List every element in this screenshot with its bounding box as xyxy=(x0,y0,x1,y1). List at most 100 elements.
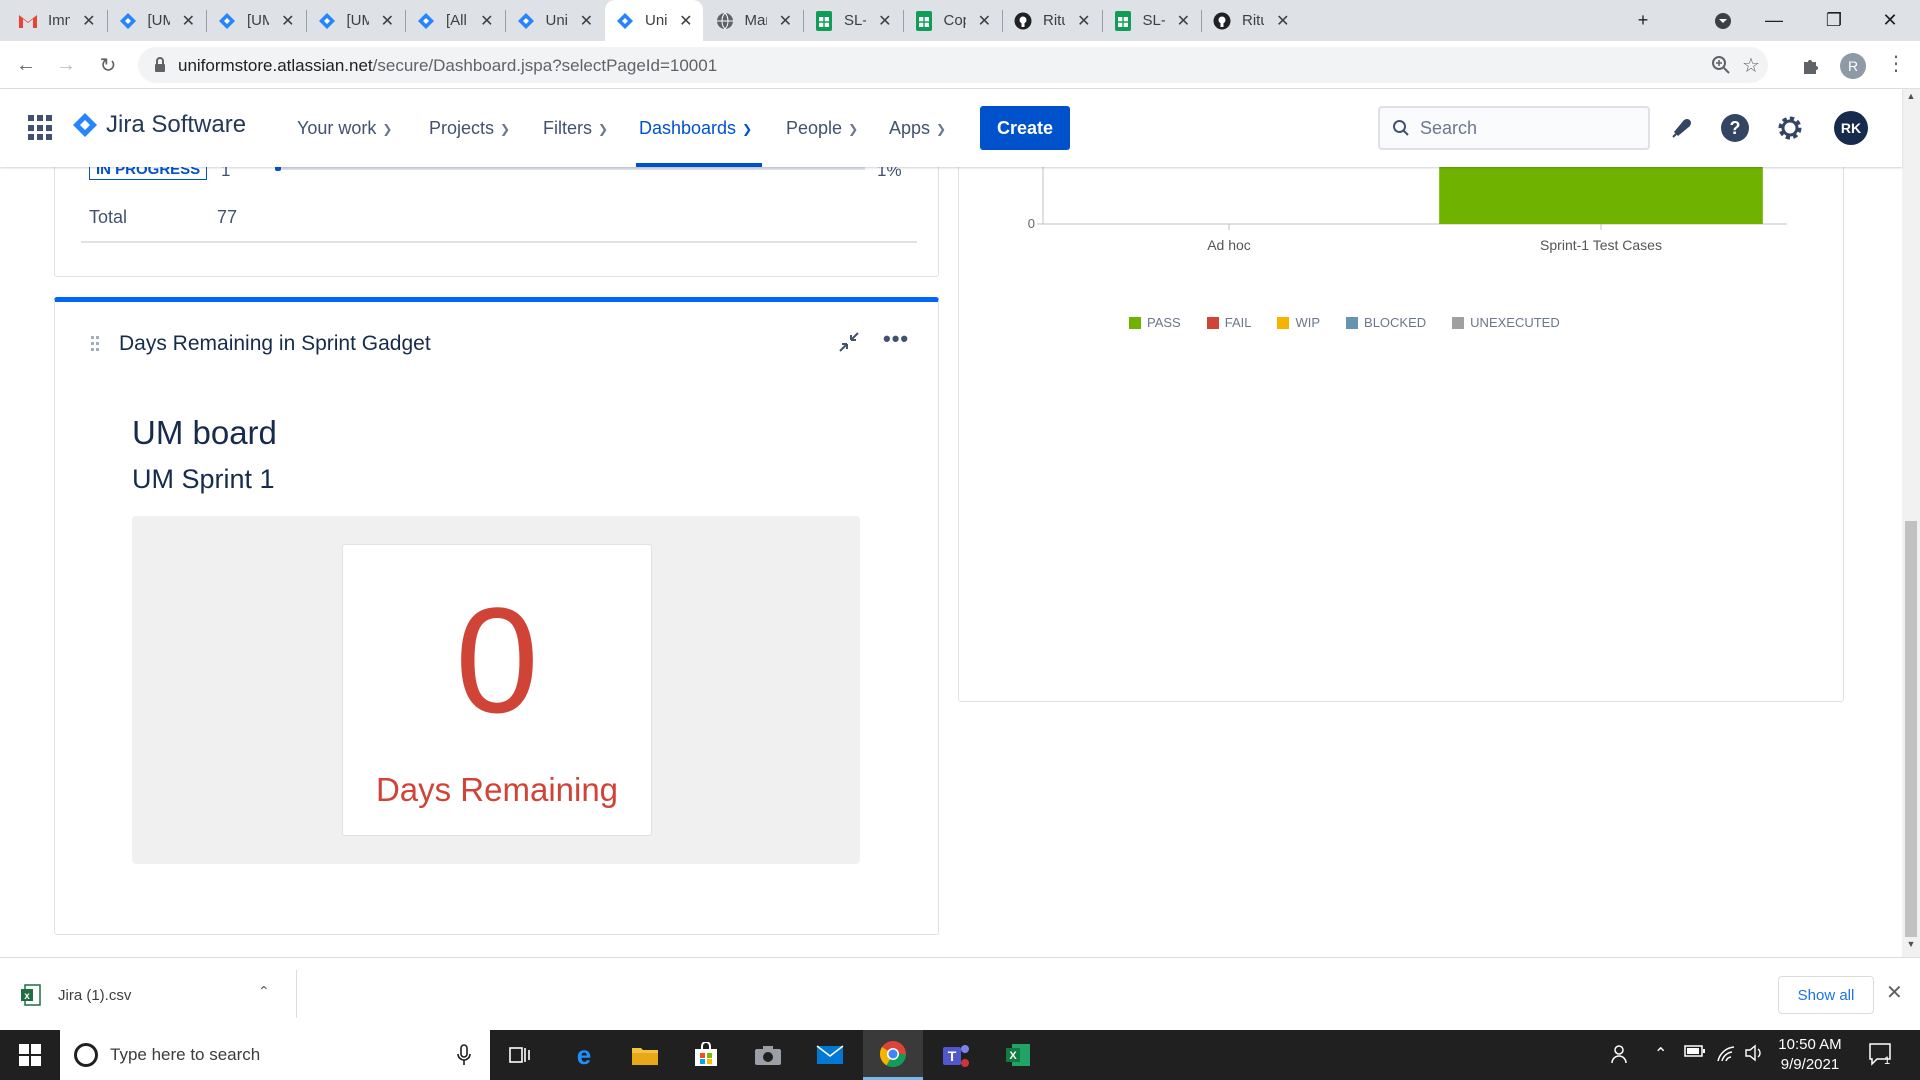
browser-tab[interactable]: [UM-2 ✕ xyxy=(207,0,305,41)
close-tab-icon[interactable]: ✕ xyxy=(182,11,195,31)
legend-label: WIP xyxy=(1295,315,1321,330)
bookmark-star-icon[interactable]: ☆ xyxy=(1742,53,1760,78)
excel-icon[interactable]: X xyxy=(988,1030,1048,1080)
close-tab-icon[interactable]: ✕ xyxy=(978,11,991,31)
more-options-icon[interactable]: ••• xyxy=(883,326,909,352)
chrome-icon[interactable] xyxy=(863,1030,923,1080)
y-tick-label: 0 xyxy=(1028,216,1035,231)
back-icon[interactable]: ← xyxy=(10,49,42,81)
browser-tab[interactable]: Copy ✕ xyxy=(904,0,1002,41)
mail-icon[interactable] xyxy=(800,1030,860,1080)
close-tab-icon[interactable]: ✕ xyxy=(1177,11,1190,31)
close-tab-icon[interactable]: ✕ xyxy=(1077,11,1090,31)
chevron-up-icon[interactable]: ⌃ xyxy=(258,983,270,1000)
close-tab-icon[interactable]: ✕ xyxy=(679,11,692,31)
edge-icon[interactable]: e xyxy=(554,1030,614,1080)
nav-filters[interactable]: Filters ❯ xyxy=(543,118,608,139)
show-all-button[interactable]: Show all xyxy=(1778,976,1874,1014)
browser-tab-title: SL-Ca xyxy=(1142,12,1165,29)
close-tab-icon[interactable]: ✕ xyxy=(82,11,95,31)
nav-people[interactable]: People ❯ xyxy=(786,118,858,139)
x-tick-label: Sprint-1 Test Cases xyxy=(1540,237,1662,253)
browser-tab[interactable]: Unifor ✕ xyxy=(506,0,604,41)
browser-tab-title: SL-Ca xyxy=(844,12,866,29)
create-button[interactable]: Create xyxy=(980,106,1070,150)
legend-item-fail[interactable]: FAIL xyxy=(1206,315,1251,330)
search-input[interactable]: Search xyxy=(1378,106,1650,150)
nav-dashboards[interactable]: Dashboards ❯ xyxy=(639,118,752,139)
restore-button[interactable]: ❐ xyxy=(1806,0,1862,41)
minimize-button[interactable]: — xyxy=(1746,0,1802,41)
new-tab-button[interactable]: + xyxy=(1615,0,1671,41)
scroll-down-icon[interactable]: ▼ xyxy=(1902,939,1920,955)
wifi-icon[interactable] xyxy=(1716,1044,1736,1067)
app-switcher-icon[interactable] xyxy=(28,115,54,141)
close-window-button[interactable]: ✕ xyxy=(1862,0,1918,41)
notifications-icon[interactable] xyxy=(1667,113,1697,143)
legend-item-blocked[interactable]: BLOCKED xyxy=(1346,315,1426,330)
zoom-icon[interactable] xyxy=(1710,54,1732,81)
legend-item-unexecuted[interactable]: UNEXECUTED xyxy=(1452,315,1560,330)
close-tab-icon[interactable]: ✕ xyxy=(878,11,891,31)
profile-avatar[interactable]: R xyxy=(1840,53,1866,79)
browser-tab[interactable]: Immed ✕ xyxy=(8,0,106,41)
chevron-down-icon: ❯ xyxy=(742,121,753,136)
legend-item-pass[interactable]: PASS xyxy=(1129,315,1181,330)
browser-tab[interactable]: Manu ✕ xyxy=(705,0,803,41)
notifications-center-icon[interactable]: 1 xyxy=(1868,1042,1894,1071)
browser-tab[interactable]: Ritu-2 ✕ xyxy=(1003,0,1101,41)
scroll-up-icon[interactable]: ▲ xyxy=(1902,91,1920,107)
browser-tab[interactable]: SL-Ca ✕ xyxy=(804,0,902,41)
minimize-gadget-icon[interactable] xyxy=(837,330,861,359)
legend-item-wip[interactable]: WIP xyxy=(1277,315,1320,330)
battery-icon[interactable] xyxy=(1684,1044,1706,1063)
status-lozenge[interactable]: IN PROGRESS xyxy=(89,167,208,180)
tab-search-icon[interactable] xyxy=(1695,0,1751,41)
download-item[interactable]: x Jira (1).csv ⌃ xyxy=(20,975,295,1015)
browser-tab[interactable]: [UM-2 ✕ xyxy=(307,0,405,41)
show-hidden-icons-icon[interactable]: ⌃ xyxy=(1654,1044,1667,1064)
microphone-icon[interactable] xyxy=(456,1044,472,1071)
drag-handle-icon[interactable] xyxy=(91,336,99,352)
nav-projects-label: Projects xyxy=(429,118,495,138)
browser-menu-icon[interactable]: ⋮ xyxy=(1886,51,1906,76)
browser-tab[interactable]: Ritu-2 ✕ xyxy=(1202,0,1300,41)
jira-icon xyxy=(516,11,536,31)
close-tab-icon[interactable]: ✕ xyxy=(1276,11,1289,31)
forward-icon[interactable]: → xyxy=(50,49,82,81)
people-icon[interactable] xyxy=(1610,1044,1630,1069)
nav-apps[interactable]: Apps ❯ xyxy=(889,118,946,139)
settings-gear-icon[interactable] xyxy=(1775,113,1805,143)
close-tab-icon[interactable]: ✕ xyxy=(480,11,493,31)
browser-tab-title: Unifor xyxy=(545,12,568,29)
teams-icon[interactable]: T xyxy=(926,1030,986,1080)
camera-icon[interactable] xyxy=(738,1030,798,1080)
file-explorer-icon[interactable] xyxy=(615,1030,675,1080)
close-tab-icon[interactable]: ✕ xyxy=(580,11,593,31)
extensions-icon[interactable] xyxy=(1800,54,1822,81)
browser-tab[interactable]: Unifor ✕ xyxy=(605,0,703,41)
nav-projects[interactable]: Projects ❯ xyxy=(429,118,510,139)
address-bar[interactable]: uniformstore.atlassian.net/secure/Dashbo… xyxy=(138,47,1768,83)
taskbar-search-input[interactable]: Type here to search xyxy=(60,1030,490,1080)
browser-tab[interactable]: [UM-1 ✕ xyxy=(108,0,206,41)
task-view-icon[interactable] xyxy=(490,1030,550,1080)
taskbar-clock[interactable]: 10:50 AM 9/9/2021 xyxy=(1770,1035,1850,1075)
close-tab-icon[interactable]: ✕ xyxy=(381,11,394,31)
help-icon[interactable]: ? xyxy=(1720,113,1750,143)
nav-your-work[interactable]: Your work ❯ xyxy=(297,118,392,139)
browser-tab[interactable]: SL-Ca ✕ xyxy=(1103,0,1201,41)
chevron-down-icon: ❯ xyxy=(598,121,609,136)
close-tab-icon[interactable]: ✕ xyxy=(779,11,792,31)
microsoft-store-icon[interactable] xyxy=(676,1030,736,1080)
volume-icon[interactable] xyxy=(1744,1044,1764,1067)
page-scrollbar[interactable]: ▲ ▼ xyxy=(1902,89,1920,957)
user-avatar[interactable]: RK xyxy=(1834,111,1868,145)
windows-start-icon[interactable] xyxy=(0,1030,60,1080)
browser-tab[interactable]: [All iss ✕ xyxy=(406,0,504,41)
reload-icon[interactable]: ↻ xyxy=(92,49,124,81)
close-tab-icon[interactable]: ✕ xyxy=(281,11,294,31)
jira-logo[interactable]: Jira Software xyxy=(72,111,246,139)
scrollbar-thumb[interactable] xyxy=(1905,521,1917,937)
close-downloads-icon[interactable]: ✕ xyxy=(1886,980,1903,1005)
